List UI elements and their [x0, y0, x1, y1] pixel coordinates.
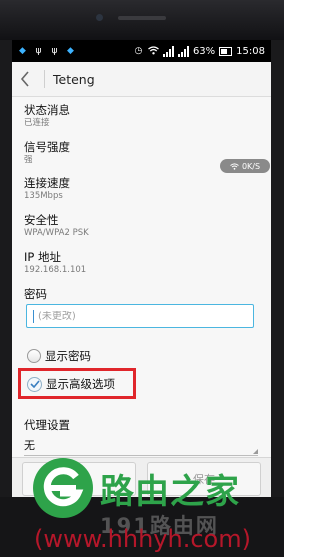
password-field[interactable]: [26, 304, 254, 328]
router-home-logo-icon: [33, 458, 93, 518]
show-password-label: 显示密码: [45, 349, 91, 363]
info-label: 安全性: [24, 213, 59, 227]
back-icon[interactable]: [20, 62, 42, 96]
security-row: 安全性 WPA/WPA2 PSK: [24, 213, 89, 239]
red-highlight-annotation: [18, 368, 136, 399]
show-password-checkbox[interactable]: 显示密码: [27, 348, 91, 364]
password-input[interactable]: [38, 310, 228, 322]
info-value: 强: [24, 155, 33, 165]
watermark: 路由之家 191路由网 (www.hhhyh.com): [30, 455, 280, 555]
wifi-icon: [230, 162, 239, 170]
info-label: 连接速度: [24, 176, 70, 190]
checkbox-unchecked-icon[interactable]: [27, 349, 41, 363]
info-label: IP 地址: [24, 250, 61, 264]
earpiece-speaker: [118, 16, 166, 20]
info-value: 135Mbps: [24, 191, 63, 201]
phone-screen: ◆ ψ ψ ◆ ◷ 63% 15:08 Teteng 状态消息 已连接 信号强度…: [12, 40, 271, 497]
signal-strength-row: 信号强度 强: [24, 140, 70, 166]
alarm-icon: ◷: [134, 45, 143, 56]
title-bar: Teteng: [12, 62, 271, 97]
signal-strength-icon-2: [177, 45, 189, 57]
link-speed-row: 连接速度 135Mbps: [24, 176, 70, 202]
info-label: 信号强度: [24, 140, 70, 154]
speed-text: 0K/S: [241, 161, 261, 171]
password-label: 密码: [24, 287, 47, 301]
clock: 15:08: [236, 45, 265, 57]
info-value: WPA/WPA2 PSK: [24, 228, 89, 238]
text-caret: [33, 309, 34, 323]
phone-top-bezel: [0, 0, 284, 40]
proxy-selected-value: 无: [24, 439, 35, 452]
signal-strength-icon: [162, 45, 174, 57]
network-speed-badge: 0K/S: [220, 159, 270, 173]
watermark-url: (www.hhhyh.com): [34, 525, 251, 553]
usb-debug-icon: ψ: [51, 45, 58, 56]
security-icon: ◆: [67, 45, 74, 56]
ip-address-row: IP 地址 192.168.1.101: [24, 250, 86, 276]
status-message-row: 状态消息 已连接: [24, 103, 70, 129]
info-value: 已连接: [24, 118, 50, 128]
title-divider: [44, 70, 45, 88]
proxy-settings-label: 代理设置: [24, 418, 70, 432]
page-title: Teteng: [53, 71, 95, 87]
battery-icon: [219, 46, 233, 56]
proxy-settings-select[interactable]: 无: [24, 435, 258, 456]
dropdown-arrow-icon: [253, 449, 258, 454]
watermark-brand: 路由之家: [100, 472, 240, 512]
status-bar: ◆ ψ ψ ◆ ◷ 63% 15:08: [12, 40, 271, 62]
front-camera: [96, 14, 103, 21]
usb-icon: ψ: [35, 45, 42, 56]
shield-icon: ◆: [19, 45, 26, 56]
wifi-icon: [148, 45, 159, 57]
battery-percent: 63%: [192, 45, 216, 57]
info-label: 状态消息: [24, 103, 70, 117]
info-value: 192.168.1.101: [24, 265, 87, 275]
